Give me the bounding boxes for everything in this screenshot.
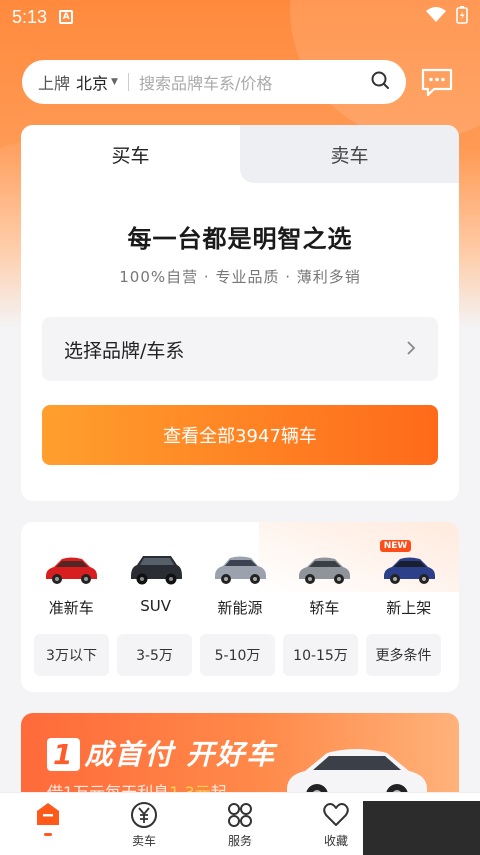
brand-select-field[interactable]: 选择品牌/车系 — [42, 317, 438, 381]
search-icon[interactable] — [370, 70, 390, 94]
home-icon — [37, 803, 59, 825]
price-filter-chip[interactable]: 10-15万 — [283, 634, 358, 676]
nav-sell-label: 卖车 — [131, 834, 156, 848]
message-button[interactable] — [420, 65, 454, 99]
banner-headline-number: 1 — [47, 738, 81, 771]
category-label: 轿车 — [309, 599, 340, 617]
tab-buy[interactable]: 买车 — [21, 125, 240, 183]
more-filters-chip[interactable]: 更多条件 — [366, 634, 441, 676]
grid-icon — [228, 803, 252, 827]
wifi-icon — [426, 6, 446, 28]
hero-tagline: 每一台都是明智之选 — [127, 225, 353, 253]
red-sedan-icon — [42, 552, 100, 586]
tab-sell[interactable]: 卖车 — [240, 125, 459, 183]
category-list: 准新车 SUV 新能源 轿车 NEW 新上架 — [29, 540, 451, 618]
category-item[interactable]: NEW 新上架 — [367, 540, 451, 618]
banner-headline: 1 成首付 开好车 — [47, 733, 276, 773]
notification-a-icon: A — [59, 10, 74, 24]
nav-sell[interactable]: 卖车 — [96, 793, 192, 855]
battery-icon — [456, 5, 468, 29]
category-item[interactable]: 轿车 — [282, 552, 366, 618]
category-label: SUV — [140, 597, 171, 615]
silver-ev-icon — [211, 552, 269, 586]
category-label: 新能源 — [217, 599, 263, 617]
price-filter-chip[interactable]: 5-10万 — [200, 634, 275, 676]
hero-subline: 100%自营 · 专业品质 · 薄利多销 — [119, 268, 361, 286]
chat-bubble-icon — [421, 68, 453, 97]
status-time: 5:13 — [12, 6, 48, 27]
category-item[interactable]: 准新车 — [29, 552, 113, 618]
overlay-panel — [363, 801, 480, 855]
search-input[interactable]: 搜索品牌车系/价格 — [139, 70, 370, 94]
price-filter-row: 3万以下 3-5万 5-10万 10-15万 更多条件 — [34, 634, 441, 676]
buy-sell-card: 买车 卖车 每一台都是明智之选 100%自营 · 专业品质 · 薄利多销 选择品… — [21, 125, 459, 501]
new-badge: NEW — [379, 540, 412, 552]
yuan-icon — [131, 802, 157, 828]
price-filter-chip[interactable]: 3万以下 — [34, 634, 109, 676]
category-card: 准新车 SUV 新能源 轿车 NEW 新上架 3万以下 3-5万 5-10万 1… — [21, 522, 459, 692]
heart-icon — [323, 803, 349, 826]
search-row: 上牌 北京 ▼ 搜索品牌车系/价格 — [22, 60, 462, 104]
chevron-right-icon — [406, 338, 416, 360]
category-item[interactable]: 新能源 — [198, 552, 282, 618]
view-all-cars-button[interactable]: 查看全部3947辆车 — [42, 405, 438, 465]
tab-bar: 买车 卖车 — [21, 125, 459, 183]
gray-sedan-icon — [295, 552, 353, 586]
nav-home[interactable] — [0, 793, 96, 855]
active-indicator — [44, 833, 52, 836]
price-filter-chip[interactable]: 3-5万 — [117, 634, 192, 676]
black-suv-icon — [127, 552, 185, 586]
status-bar: 5:13 A — [0, 0, 480, 34]
nav-service-label: 服务 — [227, 834, 252, 848]
blue-car-icon: NEW — [379, 540, 438, 586]
search-bar[interactable]: 上牌 北京 ▼ 搜索品牌车系/价格 — [22, 60, 406, 104]
nav-service[interactable]: 服务 — [192, 793, 288, 855]
promo-banner[interactable]: 1成首付 开好车 借1万元每天利息1.3元起 — [21, 713, 459, 803]
caret-down-icon[interactable]: ▼ — [111, 77, 118, 87]
category-label: 新上架 — [386, 599, 432, 617]
banner-headline-text: 成首付 开好车 — [84, 738, 277, 771]
plate-label: 上牌 — [38, 74, 71, 93]
category-label: 准新车 — [48, 599, 94, 617]
nav-favorites-label: 收藏 — [323, 834, 348, 848]
city-selector[interactable]: 北京 — [76, 70, 108, 94]
brand-select-label: 选择品牌/车系 — [64, 339, 185, 362]
category-item[interactable]: SUV — [113, 552, 197, 618]
search-divider — [127, 73, 129, 91]
